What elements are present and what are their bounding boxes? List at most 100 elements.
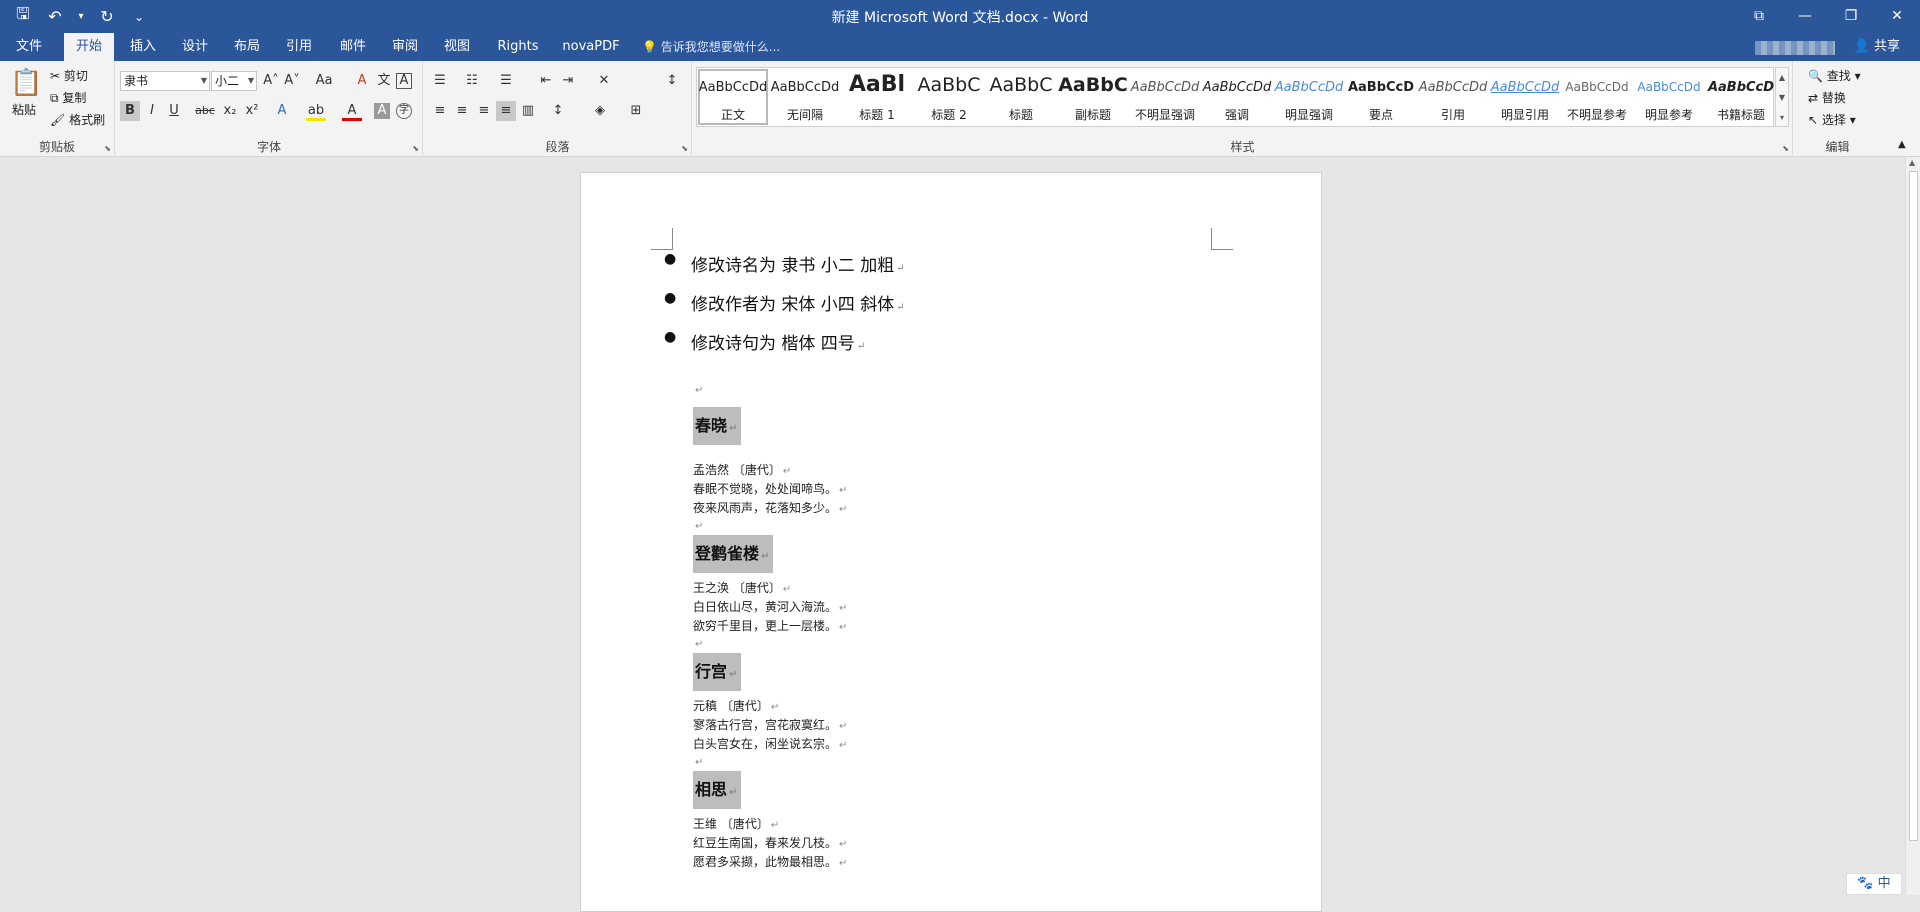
underline-button[interactable]: U — [164, 101, 184, 121]
tab-insert[interactable]: 插入 — [118, 33, 168, 61]
change-case-icon[interactable]: Aa — [310, 71, 338, 91]
select-button[interactable]: ↖ 选择 ▾ — [1808, 111, 1856, 128]
font-name-input[interactable]: 隶书▼ — [120, 71, 210, 91]
poem-title[interactable]: 相思↵ — [693, 771, 741, 809]
style-subtle-reference[interactable]: AaBbCcDd不明显参考 — [1561, 68, 1633, 126]
tab-mailings[interactable]: 邮件 — [328, 33, 378, 61]
phonetic-guide-icon[interactable]: 文 — [374, 71, 394, 91]
style-intense-quote[interactable]: AaBbCcDd明显引用 — [1489, 68, 1561, 126]
paste-icon[interactable]: 📋 — [10, 67, 40, 99]
style-heading-2[interactable]: AaBbC标题 2 — [913, 68, 985, 126]
dialog-launcher-icon[interactable]: ⬊ — [412, 144, 419, 153]
style-heading-1[interactable]: AaBl标题 1 — [841, 68, 913, 126]
styles-scroll[interactable]: ▲▼▾ — [1775, 67, 1789, 127]
style-book-title[interactable]: AaBbCcD书籍标题 — [1705, 68, 1777, 126]
chevron-up-icon[interactable]: ▲ — [1909, 158, 1915, 167]
strikethrough-button[interactable]: abc — [192, 101, 218, 121]
justify-icon[interactable]: ≡ — [496, 101, 516, 121]
cut-button[interactable]: ✂ 剪切 — [50, 67, 88, 84]
minimize-button[interactable]: — — [1782, 0, 1828, 33]
ribbon-display-options-icon[interactable]: ⧉ — [1736, 0, 1782, 33]
replace-button[interactable]: ⇄ 替换 — [1808, 89, 1846, 106]
tab-rights[interactable]: Rights — [490, 33, 546, 61]
tab-design[interactable]: 设计 — [170, 33, 220, 61]
tab-file[interactable]: 文件 — [0, 33, 58, 61]
copy-button[interactable]: ⧉ 复制 — [50, 89, 86, 106]
tell-me-search[interactable]: 💡 告诉我您想要做什么... — [642, 33, 780, 61]
poem-title[interactable]: 行宫↵ — [693, 653, 741, 691]
decrease-indent-icon[interactable]: ⇤ — [536, 71, 556, 91]
poem-author[interactable]: 王之涣 〔唐代〕↵ — [693, 579, 791, 596]
find-button[interactable]: 🔍 查找 ▾ — [1808, 67, 1861, 84]
font-size-input[interactable]: 小二▼ — [211, 71, 257, 91]
shading-icon[interactable]: ◈ — [590, 101, 610, 121]
numbering-icon[interactable]: ☷ — [462, 71, 482, 91]
format-painter-button[interactable]: 🖌 格式刷 — [50, 111, 105, 128]
increease-indent-icon[interactable]: ⇥ — [558, 71, 578, 91]
dialog-launcher-icon[interactable]: ⬊ — [1782, 144, 1789, 153]
collapse-ribbon-icon[interactable]: ▲ — [1898, 139, 1906, 150]
grow-font-icon[interactable]: A˄ — [261, 71, 281, 91]
multilevel-list-icon[interactable]: ☰ — [496, 71, 516, 91]
poem-line[interactable]: 白日依山尽，黄河入海流。↵ — [693, 598, 847, 615]
text-effects-icon[interactable]: A — [272, 101, 292, 121]
more-styles-icon[interactable]: ▾ — [1776, 108, 1788, 128]
style-subtle-emphasis[interactable]: AaBbCcDd不明显强调 — [1129, 68, 1201, 126]
list-item[interactable]: 修改诗名为 隶书 小二 加粗↵ — [691, 251, 905, 276]
superscript-button[interactable]: x² — [242, 101, 262, 121]
poem-line[interactable]: 白头宫女在，闲坐说玄宗。↵ — [693, 735, 847, 752]
style-no-spacing[interactable]: AaBbCcDd无间隔 — [769, 68, 841, 126]
sort-icon[interactable]: ↕ — [662, 71, 682, 91]
align-center-icon[interactable]: ≡ — [452, 101, 472, 121]
paste-button[interactable]: 粘贴 — [12, 101, 36, 118]
poem-title[interactable]: 登鹳雀楼↵ — [693, 535, 773, 573]
poem-author[interactable]: 元稹 〔唐代〕↵ — [693, 697, 779, 714]
poem-line[interactable]: 红豆生南国，春来发几枝。↵ — [693, 834, 847, 851]
poem-line[interactable]: 欲穷千里目，更上一层楼。↵ — [693, 617, 847, 634]
style-intense-emphasis[interactable]: AaBbCcDd明显强调 — [1273, 68, 1345, 126]
close-button[interactable]: ✕ — [1874, 0, 1920, 33]
poem-line[interactable]: 寥落古行宫，宫花寂寞红。↵ — [693, 716, 847, 733]
style-emphasis[interactable]: AaBbCcDd强调 — [1201, 68, 1273, 126]
poem-line[interactable]: 夜来风雨声，花落知多少。↵ — [693, 499, 847, 516]
empty-paragraph[interactable]: ↵ — [693, 382, 703, 396]
clear-formatting-icon[interactable]: A — [352, 71, 372, 91]
distributed-icon[interactable]: ▥ — [518, 101, 538, 121]
list-item[interactable]: 修改作者为 宋体 小四 斜体↵ — [691, 290, 905, 315]
subscript-button[interactable]: x₂ — [220, 101, 240, 121]
line-spacing-icon[interactable]: ↕ — [548, 101, 568, 121]
list-item[interactable]: 修改诗句为 楷体 四号↵ — [691, 329, 865, 354]
italic-button[interactable]: I — [142, 101, 162, 121]
character-border-icon[interactable]: A — [396, 73, 412, 89]
align-left-icon[interactable]: ≡ — [430, 101, 450, 121]
shrink-font-icon[interactable]: A˅ — [282, 71, 302, 91]
enclose-characters-icon[interactable]: 字 — [396, 103, 412, 119]
style-title[interactable]: AaBbC标题 — [985, 68, 1057, 126]
style-subtitle[interactable]: AaBbC副标题 — [1057, 68, 1129, 126]
dialog-launcher-icon[interactable]: ⬊ — [681, 144, 688, 153]
chinese-layout-icon[interactable]: ✕ — [594, 71, 614, 91]
font-color-icon[interactable]: A — [342, 101, 362, 121]
share-button[interactable]: 👤 共享 — [1854, 33, 1900, 61]
vertical-scrollbar[interactable]: ▲ — [1905, 157, 1920, 895]
highlight-icon[interactable]: ab — [306, 101, 326, 121]
tab-view[interactable]: 视图 — [432, 33, 482, 61]
account-name[interactable] — [1755, 41, 1835, 55]
tab-review[interactable]: 审阅 — [380, 33, 430, 61]
poem-author[interactable]: 王维 〔唐代〕↵ — [693, 815, 779, 832]
document-page[interactable]: 修改诗名为 隶书 小二 加粗↵ 修改作者为 宋体 小四 斜体↵ 修改诗句为 楷体… — [580, 172, 1322, 912]
bullets-icon[interactable]: ☰ — [430, 71, 450, 91]
ime-indicator[interactable]: 🐾 中 — [1846, 873, 1902, 895]
poem-author[interactable]: 孟浩然 〔唐代〕↵ — [693, 461, 791, 478]
tab-layout[interactable]: 布局 — [222, 33, 272, 61]
tab-references[interactable]: 引用 — [274, 33, 324, 61]
bold-button[interactable]: B — [120, 101, 140, 121]
chevron-down-icon[interactable]: ▼ — [1776, 88, 1788, 108]
empty-paragraph[interactable]: ↵ — [693, 754, 703, 768]
poem-line[interactable]: 愿君多采撷，此物最相思。↵ — [693, 853, 847, 870]
chevron-up-icon[interactable]: ▲ — [1776, 68, 1788, 88]
align-right-icon[interactable]: ≡ — [474, 101, 494, 121]
character-shading-icon[interactable]: A — [374, 103, 390, 119]
style-strong[interactable]: AaBbCcD要点 — [1345, 68, 1417, 126]
empty-paragraph[interactable]: ↵ — [693, 636, 703, 650]
